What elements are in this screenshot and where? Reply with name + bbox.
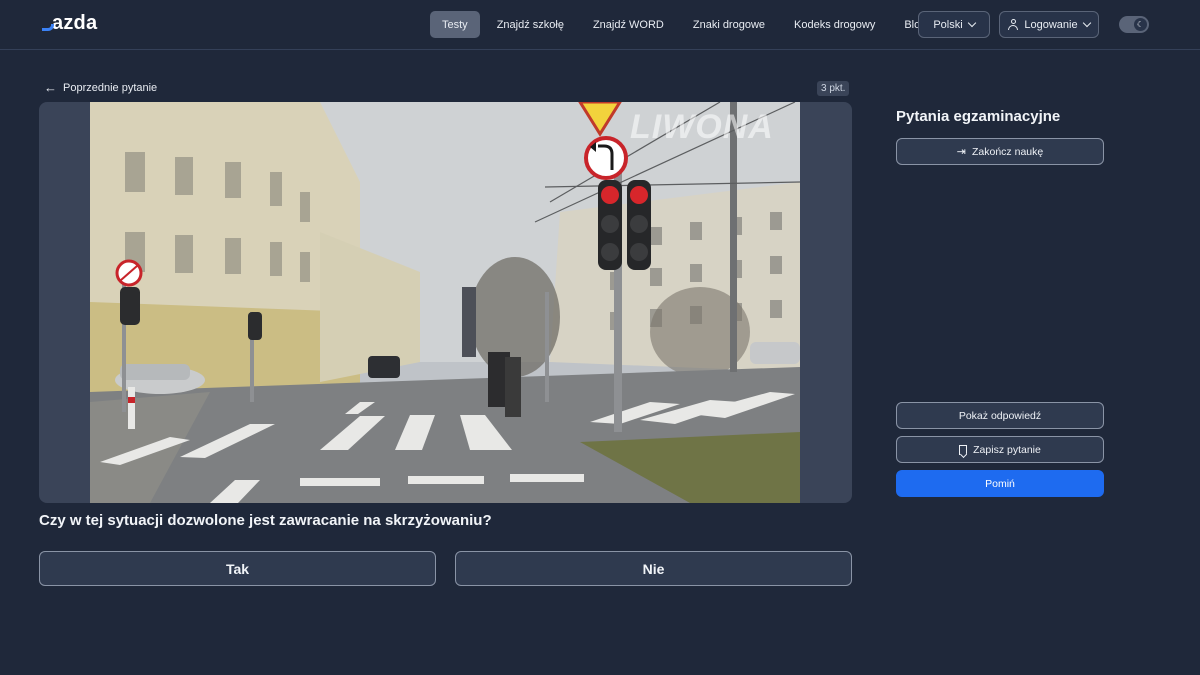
- answer-no-button[interactable]: Nie: [455, 551, 852, 586]
- language-label: Polski: [933, 18, 963, 31]
- question-image: LIWONA: [90, 102, 800, 503]
- main-nav: Testy Znajdź szkołę Znajdź WORD Znaki dr…: [430, 11, 943, 38]
- sidebar-title: Pytania egzaminacyjne: [896, 108, 1061, 125]
- question-text: Czy w tej sytuacji dozwolone jest zawrac…: [39, 512, 492, 529]
- login-label: Logowanie: [1024, 18, 1078, 31]
- previous-question-label: Poprzednie pytanie: [63, 81, 158, 94]
- question-media: LIWONA: [39, 102, 852, 503]
- nav-item-kodeks-drogowy[interactable]: Kodeks drogowy: [782, 11, 887, 38]
- top-header: azda Testy Znajdź szkołę Znajdź WORD Zna…: [0, 0, 1200, 50]
- skip-button[interactable]: Pomiń: [896, 470, 1104, 497]
- bookmark-icon: [959, 444, 968, 455]
- user-icon: [1008, 19, 1019, 30]
- chevron-down-icon: [967, 18, 976, 28]
- nav-item-testy[interactable]: Testy: [430, 11, 480, 38]
- points-badge: 3 pkt.: [817, 81, 850, 96]
- nav-item-znaki-drogowe[interactable]: Znaki drogowe: [681, 11, 777, 38]
- logo[interactable]: azda: [42, 12, 97, 35]
- show-answer-button[interactable]: Pokaż odpowiedź: [896, 402, 1104, 429]
- logo-text: azda: [52, 12, 98, 34]
- end-learning-button[interactable]: ⇥ Zakończ naukę: [896, 138, 1104, 165]
- theme-toggle[interactable]: ☾: [1119, 16, 1149, 33]
- end-learning-label: Zakończ naukę: [972, 145, 1044, 158]
- answer-yes-button[interactable]: Tak: [39, 551, 436, 586]
- save-question-button[interactable]: Zapisz pytanie: [896, 436, 1104, 463]
- previous-question-link[interactable]: ← Poprzednie pytanie: [44, 81, 157, 94]
- moon-icon: ☾: [1134, 18, 1147, 31]
- watermark: LIWONA: [630, 108, 774, 146]
- language-select[interactable]: Polski: [918, 11, 990, 38]
- nav-item-znajdz-szkole[interactable]: Znajdź szkołę: [485, 11, 576, 38]
- arrow-left-icon: ←: [44, 80, 57, 95]
- nav-item-znajdz-word[interactable]: Znajdź WORD: [581, 11, 676, 38]
- logo-mark-icon: [42, 16, 54, 32]
- save-question-label: Zapisz pytanie: [973, 443, 1041, 456]
- exit-icon: ⇥: [956, 146, 966, 158]
- login-dropdown[interactable]: Logowanie: [999, 11, 1099, 38]
- chevron-down-icon: [1082, 18, 1091, 28]
